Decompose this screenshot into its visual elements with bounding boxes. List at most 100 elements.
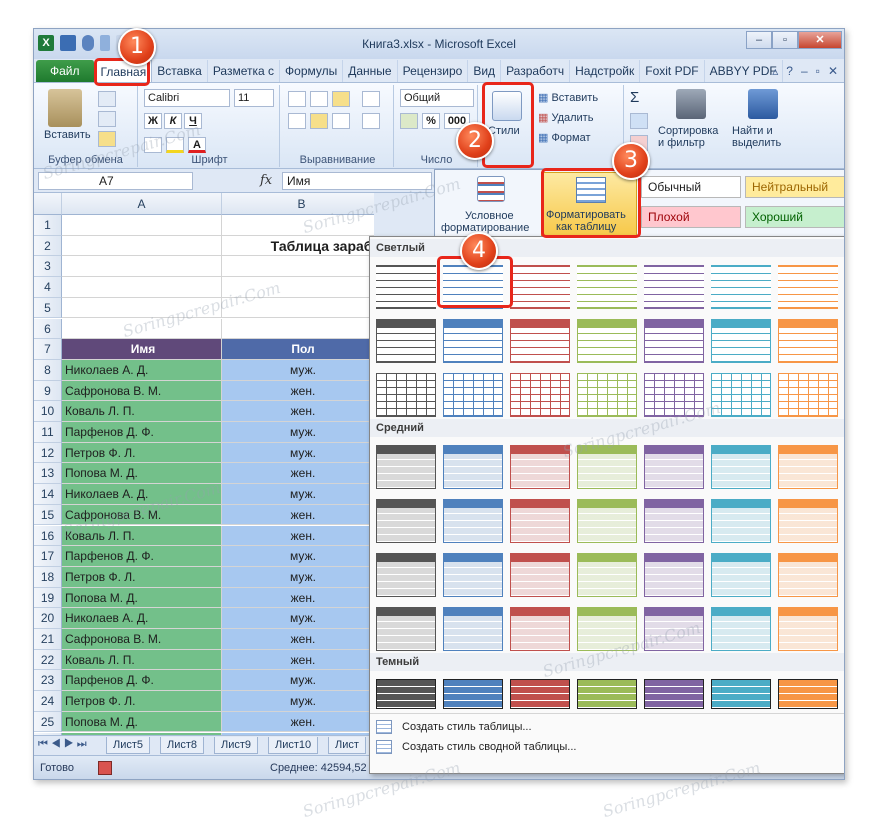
table-style-thumbnail[interactable] (778, 265, 838, 309)
formula-input[interactable]: Имя (282, 172, 432, 190)
table-style-thumbnail[interactable] (376, 319, 436, 363)
table-style-thumbnail[interactable] (443, 553, 503, 597)
table-style-thumbnail[interactable] (577, 499, 637, 543)
tab-developer[interactable]: Разработч (501, 60, 571, 82)
row-header[interactable]: 12 (34, 442, 62, 464)
cell-a[interactable]: Петров Ф. Л. (62, 691, 222, 712)
cell-b[interactable]: Таблица зарабо (222, 236, 374, 257)
table-style-thumbnail[interactable] (376, 499, 436, 543)
cell-b[interactable] (222, 277, 374, 298)
table-style-thumbnail[interactable] (644, 319, 704, 363)
cell-a[interactable]: Парфенов Д. Ф. (62, 670, 222, 692)
row-header[interactable]: 19 (34, 587, 62, 609)
cell-a[interactable]: Коваль Л. П. (62, 525, 222, 547)
tab-formulas[interactable]: Формулы (280, 60, 344, 82)
cell-a[interactable] (62, 256, 222, 278)
number-format-select[interactable]: Общий (400, 89, 474, 107)
table-style-thumbnail[interactable] (778, 679, 838, 709)
row-header[interactable]: 9 (34, 380, 62, 402)
table-style-thumbnail[interactable] (711, 445, 771, 489)
table-style-thumbnail[interactable] (577, 607, 637, 651)
table-style-thumbnail[interactable] (711, 607, 771, 651)
cell-b[interactable]: жен. (222, 587, 374, 609)
row-header[interactable]: 16 (34, 525, 62, 547)
merge-cells-icon[interactable] (362, 113, 380, 129)
row-header[interactable]: 15 (34, 504, 62, 526)
table-style-thumbnail[interactable] (778, 499, 838, 543)
sort-filter-button[interactable]: Сортировка (658, 125, 718, 137)
cell-a[interactable]: Николаев А. Д. (62, 608, 222, 629)
cell-b[interactable]: муж. (222, 546, 374, 567)
table-style-thumbnail[interactable] (577, 373, 637, 417)
row-header[interactable]: 21 (34, 629, 62, 650)
row-header[interactable]: 6 (34, 318, 62, 340)
help-icon[interactable]: ? (786, 64, 793, 78)
close-button[interactable]: ✕ (798, 31, 842, 49)
table-style-thumbnail[interactable] (443, 607, 503, 651)
fill-color-icon[interactable] (166, 137, 184, 153)
cell-a[interactable]: Сафронова В. М. (62, 629, 222, 650)
table-style-thumbnail[interactable] (510, 553, 570, 597)
sheet-tab-2[interactable]: Лист8 (160, 737, 205, 754)
table-style-thumbnail[interactable] (778, 445, 838, 489)
cell-a[interactable] (62, 318, 222, 340)
fill-icon[interactable] (630, 113, 648, 129)
row-header[interactable]: 4 (34, 277, 62, 298)
tab-addins[interactable]: Надстройк (570, 60, 641, 82)
table-style-thumbnail[interactable] (577, 553, 637, 597)
row-header[interactable]: 22 (34, 649, 62, 671)
cell-a[interactable]: Коваль Л. П. (62, 649, 222, 671)
bold-button[interactable]: Ж (144, 113, 162, 129)
table-style-thumbnail[interactable] (644, 499, 704, 543)
sheet-tab-5[interactable]: Лист (328, 737, 366, 754)
table-style-thumbnail[interactable] (510, 319, 570, 363)
row-header[interactable]: 8 (34, 359, 62, 381)
table-style-thumbnail[interactable] (443, 373, 503, 417)
cell-a[interactable] (62, 235, 222, 257)
name-box[interactable]: A7 (38, 172, 193, 190)
cell-b[interactable] (222, 319, 374, 340)
row-header[interactable]: 5 (34, 297, 62, 319)
sort-filter-button-line2[interactable]: и фильтр (658, 137, 705, 149)
table-style-thumbnail[interactable] (376, 373, 436, 417)
table-style-thumbnail[interactable] (778, 319, 838, 363)
tab-data[interactable]: Данные (343, 60, 398, 82)
row-header[interactable]: 10 (34, 401, 62, 422)
align-center-icon[interactable] (310, 113, 328, 129)
font-size-select[interactable]: 11 (234, 89, 274, 107)
cell-b[interactable]: жен. (222, 629, 374, 650)
cell-style-normal[interactable]: Обычный (641, 176, 741, 198)
table-style-thumbnail[interactable] (376, 553, 436, 597)
table-style-thumbnail[interactable] (711, 499, 771, 543)
row-header[interactable]: 24 (34, 691, 62, 712)
table-style-thumbnail[interactable] (644, 373, 704, 417)
tab-file[interactable]: Файл (36, 60, 95, 82)
cell-b[interactable]: муж. (222, 484, 374, 505)
select-all-corner[interactable] (34, 193, 62, 215)
table-style-thumbnail[interactable] (510, 679, 570, 709)
table-style-thumbnail[interactable] (644, 265, 704, 309)
align-bottom-icon[interactable] (332, 91, 350, 107)
row-header[interactable]: 18 (34, 566, 62, 588)
table-style-thumbnail[interactable] (376, 607, 436, 651)
cell-b[interactable] (222, 298, 374, 319)
row-header[interactable]: 17 (34, 546, 62, 567)
cell-a[interactable]: Петров Ф. Л. (62, 442, 222, 464)
cell-a[interactable] (62, 215, 222, 236)
column-title-cell[interactable]: Имя (62, 339, 222, 360)
table-style-thumbnail[interactable] (711, 679, 771, 709)
cell-b[interactable]: муж. (222, 608, 374, 629)
row-header[interactable]: 13 (34, 463, 62, 485)
paste-button[interactable]: Вставить (44, 129, 91, 141)
row-header[interactable]: 14 (34, 484, 62, 505)
align-right-icon[interactable] (332, 113, 350, 129)
align-middle-icon[interactable] (310, 91, 328, 107)
tab-view[interactable]: Вид (468, 60, 502, 82)
table-style-thumbnail[interactable] (510, 607, 570, 651)
cell-style-good[interactable]: Хороший (745, 206, 844, 228)
copy-icon[interactable] (98, 111, 116, 127)
table-style-thumbnail[interactable] (577, 265, 637, 309)
table-style-thumbnail[interactable] (577, 679, 637, 709)
new-pivot-style-item[interactable]: Создать стиль сводной таблицы... (376, 740, 576, 754)
table-style-thumbnail[interactable] (443, 679, 503, 709)
